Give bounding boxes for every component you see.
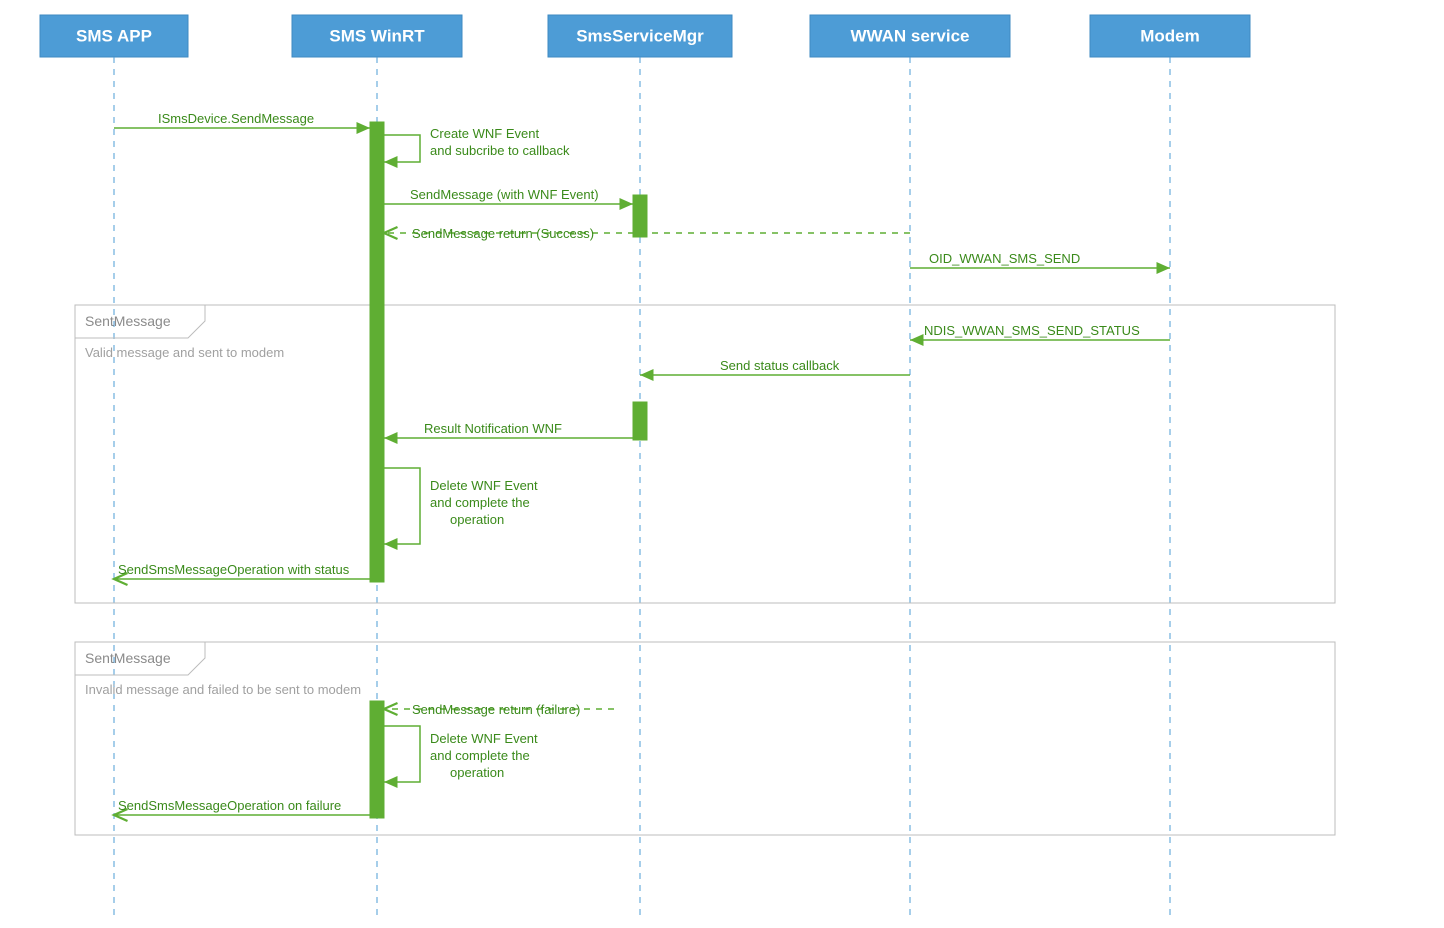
svg-text:Send status callback: Send status callback — [720, 358, 840, 373]
participant-sms-winrt: SMS WinRT — [292, 15, 462, 57]
msg-delete-wnf-event-success: Delete WNF Event and complete the operat… — [384, 468, 538, 544]
msg-create-wnf-event: Create WNF Event and subcribe to callbac… — [384, 126, 570, 162]
svg-text:SendMessage return (Success): SendMessage return (Success) — [412, 226, 594, 241]
activation-smsservicemgr-1 — [633, 195, 647, 237]
svg-text:OID_WWAN_SMS_SEND: OID_WWAN_SMS_SEND — [929, 251, 1080, 266]
svg-text:Invalid message and failed to: Invalid message and failed to be sent to… — [85, 682, 361, 697]
svg-text:SendSmsMessageOperation on fai: SendSmsMessageOperation on failure — [118, 798, 341, 813]
msg-send-status-callback: Send status callback — [640, 358, 910, 375]
svg-text:and complete the: and complete the — [430, 495, 530, 510]
svg-text:and subcribe to callback: and subcribe to callback — [430, 143, 570, 158]
msg-oid-wwan-sms-send: OID_WWAN_SMS_SEND — [910, 251, 1170, 268]
svg-text:Create WNF Event: Create WNF Event — [430, 126, 539, 141]
sequence-diagram: SMS APP SMS WinRT SmsServiceMgr WWAN ser… — [0, 0, 1444, 928]
participant-modem: Modem — [1090, 15, 1250, 57]
svg-text:SendMessage return (failure): SendMessage return (failure) — [412, 702, 580, 717]
svg-text:Delete WNF Event: Delete WNF Event — [430, 731, 538, 746]
svg-text:SmsServiceMgr: SmsServiceMgr — [576, 26, 704, 45]
participant-wwan-service: WWAN service — [810, 15, 1010, 57]
svg-text:operation: operation — [450, 765, 504, 780]
svg-text:SMS WinRT: SMS WinRT — [329, 26, 425, 45]
msg-sendsmsmessageoperation-failure: SendSmsMessageOperation on failure — [114, 798, 370, 815]
participant-sms-app: SMS APP — [40, 15, 188, 57]
svg-text:Delete WNF Event: Delete WNF Event — [430, 478, 538, 493]
svg-text:SentMessage: SentMessage — [85, 313, 171, 329]
activation-sms-winrt-2 — [370, 701, 384, 818]
svg-text:Result Notification WNF: Result Notification WNF — [424, 421, 562, 436]
svg-text:SMS APP: SMS APP — [76, 26, 152, 45]
activation-smsservicemgr-2 — [633, 402, 647, 440]
activation-sms-winrt-1 — [370, 122, 384, 582]
msg-sendmessage-wnf: SendMessage (with WNF Event) — [384, 187, 633, 204]
msg-result-notification-wnf: Result Notification WNF — [384, 421, 633, 438]
svg-text:and complete the: and complete the — [430, 748, 530, 763]
svg-text:NDIS_WWAN_SMS_SEND_STATUS: NDIS_WWAN_SMS_SEND_STATUS — [924, 323, 1140, 338]
svg-text:SendMessage (with WNF Event): SendMessage (with WNF Event) — [410, 187, 599, 202]
svg-text:SendSmsMessageOperation with s: SendSmsMessageOperation with status — [118, 562, 350, 577]
svg-text:Modem: Modem — [1140, 26, 1200, 45]
msg-ndis-wwan-sms-send-status: NDIS_WWAN_SMS_SEND_STATUS — [910, 323, 1170, 340]
msg-sendmessage-return-failure: SendMessage return (failure) — [384, 702, 614, 717]
svg-text:WWAN service: WWAN service — [850, 26, 969, 45]
msg-isms-sendmessage: ISmsDevice.SendMessage — [114, 111, 370, 128]
participant-smsservicemgr: SmsServiceMgr — [548, 15, 732, 57]
msg-delete-wnf-event-failure: Delete WNF Event and complete the operat… — [384, 726, 538, 782]
svg-text:ISmsDevice.SendMessage: ISmsDevice.SendMessage — [158, 111, 314, 126]
fragment-sentmessage-success: SentMessage Valid message and sent to mo… — [75, 305, 1335, 603]
svg-text:Valid message and sent to mode: Valid message and sent to modem — [85, 345, 284, 360]
svg-text:SentMessage: SentMessage — [85, 650, 171, 666]
svg-text:operation: operation — [450, 512, 504, 527]
msg-sendsmsmessageoperation-status: SendSmsMessageOperation with status — [114, 562, 370, 579]
